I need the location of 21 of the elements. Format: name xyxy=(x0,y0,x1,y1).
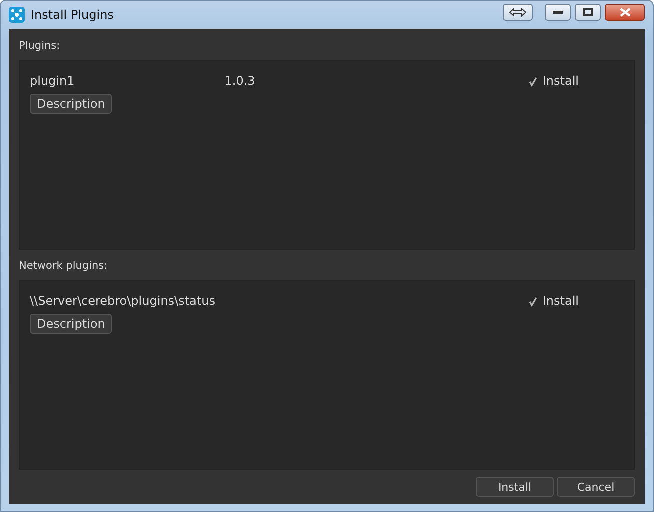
double-arrow-icon xyxy=(509,8,527,16)
section-label: Plugins: xyxy=(19,39,62,54)
description-button[interactable]: Description xyxy=(30,94,112,114)
section-label: Network plugins: xyxy=(19,259,109,274)
maximize-icon xyxy=(583,8,593,16)
minimize-button[interactable] xyxy=(545,4,571,20)
app-icon xyxy=(9,7,25,23)
window-title: Install Plugins xyxy=(31,8,114,22)
plugin-version: 1.0.3 xyxy=(224,74,256,88)
close-button[interactable] xyxy=(605,4,645,20)
install-checkbox[interactable]: Install xyxy=(528,74,579,88)
description-button[interactable]: Description xyxy=(30,314,112,334)
dialog-button[interactable]: Cancel xyxy=(557,477,635,497)
maximize-button[interactable] xyxy=(575,4,601,20)
dialog-button[interactable]: Install xyxy=(476,477,554,497)
resize-button[interactable] xyxy=(503,4,533,20)
minimize-icon xyxy=(553,10,563,14)
plugin-name: plugin1 xyxy=(30,74,75,88)
close-icon xyxy=(620,8,630,16)
plugin-name: \\Server\cerebro\plugins\status xyxy=(30,294,216,308)
install-checkbox[interactable]: Install xyxy=(528,294,579,308)
